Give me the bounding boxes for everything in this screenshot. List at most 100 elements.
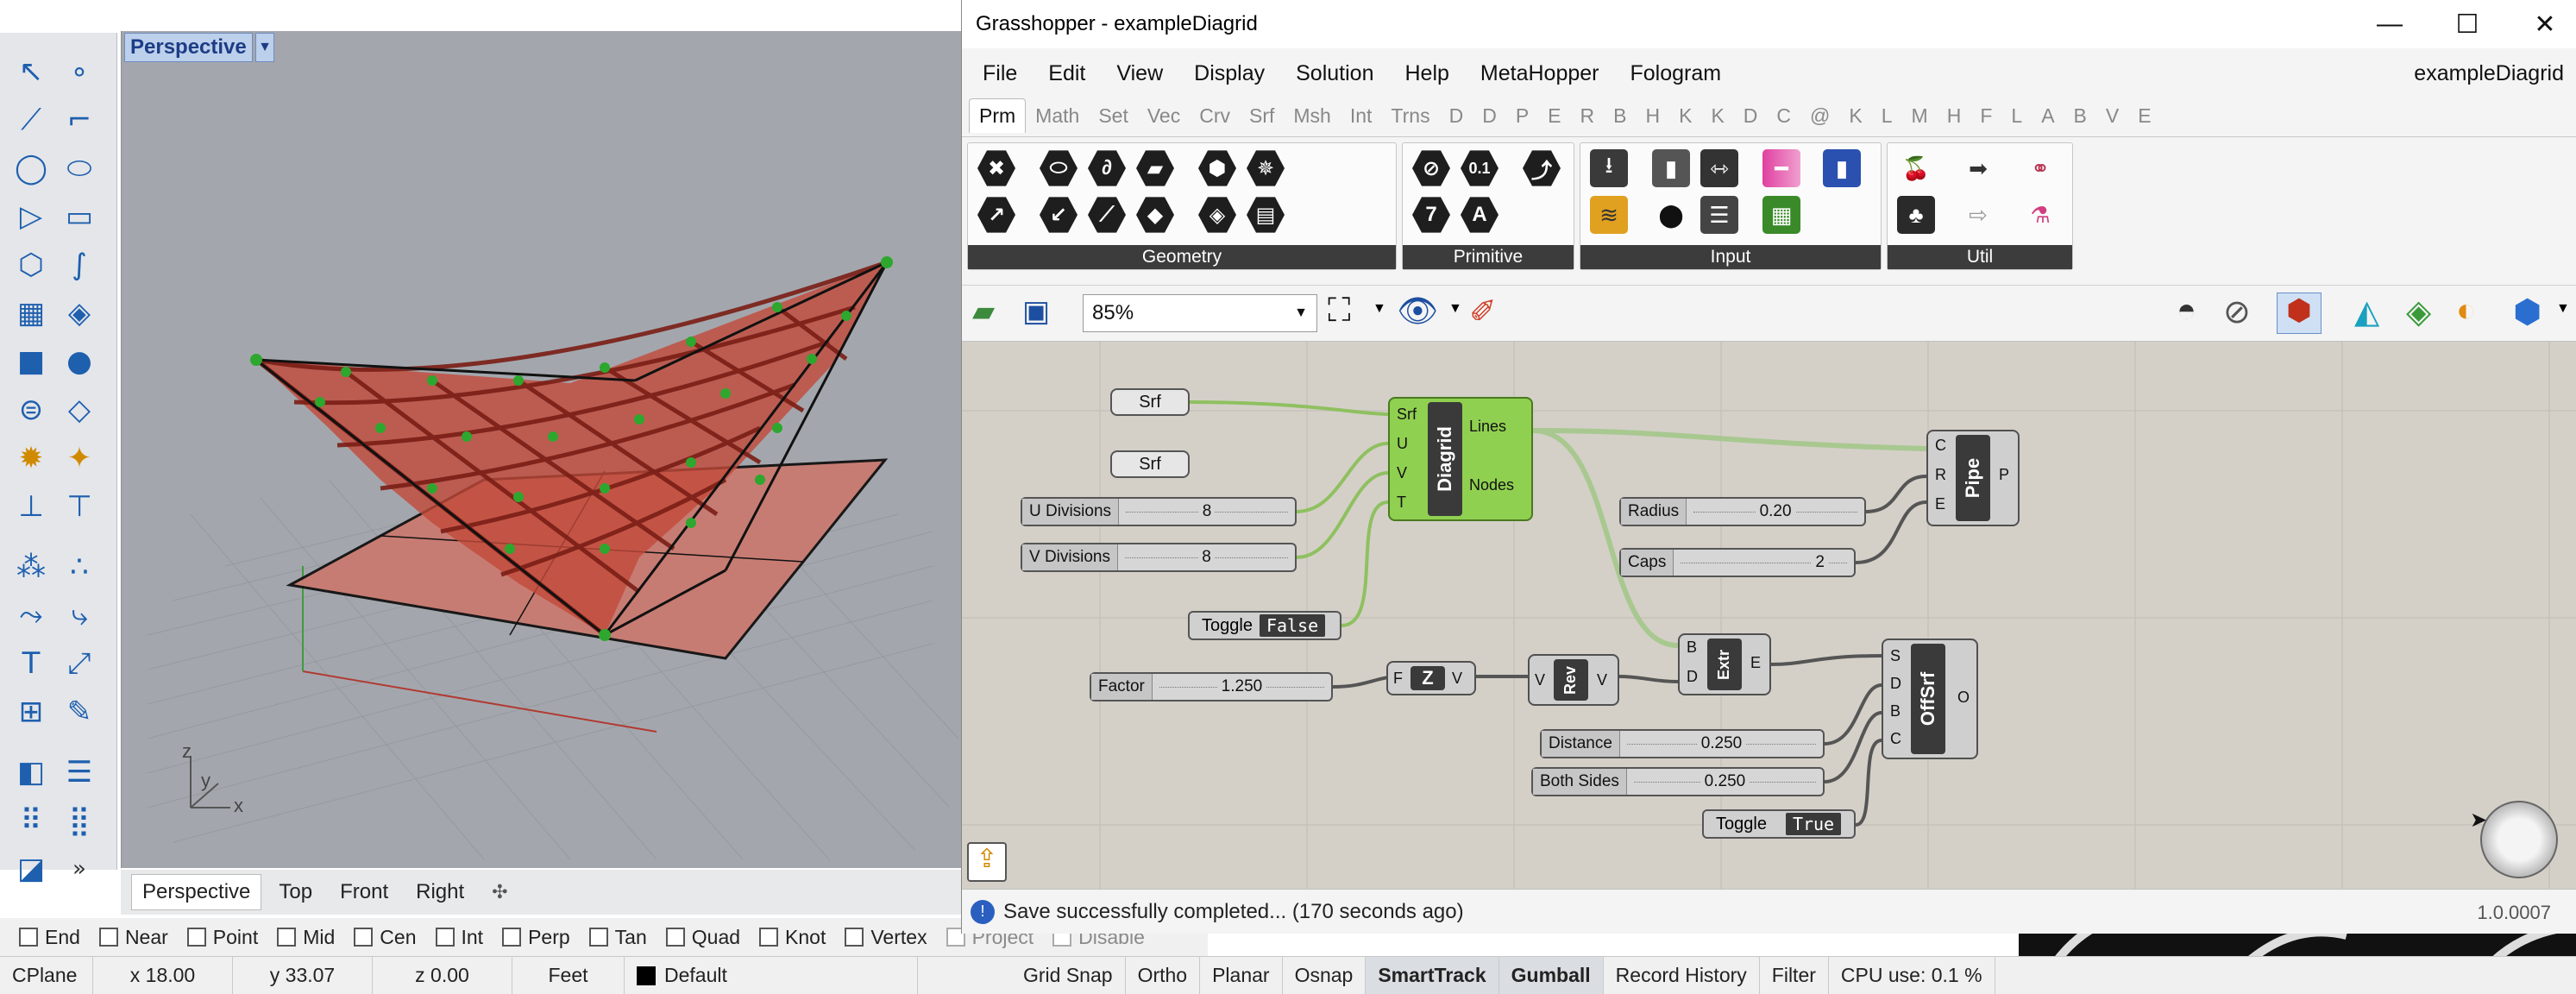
align-icon[interactable]: ⊤: [57, 485, 102, 528]
preview-wireframe-icon[interactable]: ◓: [2177, 293, 2196, 330]
checkbox-icon[interactable]: [435, 928, 455, 947]
reverse-component[interactable]: V Rev V: [1528, 654, 1619, 706]
osnap-vertex[interactable]: Vertex: [845, 926, 927, 949]
select-arrow-icon[interactable]: ↖: [9, 50, 53, 93]
gh-tab-2[interactable]: Set: [1089, 99, 1138, 133]
input-port-c[interactable]: C: [1890, 730, 1901, 748]
analyze-icon[interactable]: ☰: [57, 751, 102, 794]
mesh-quality-icon[interactable]: ◈: [2406, 293, 2431, 331]
flask-icon[interactable]: ⚗: [2019, 193, 2062, 236]
checkbox-icon[interactable]: [19, 928, 38, 947]
boolean-toggle-true[interactable]: Toggle True: [1702, 809, 1856, 839]
gh-tab-10[interactable]: D: [1473, 99, 1506, 133]
output-port-o[interactable]: O: [1957, 689, 1970, 707]
gh-tab-23[interactable]: M: [1902, 99, 1938, 133]
current-layer[interactable]: Default: [625, 957, 918, 994]
sweep-icon[interactable]: ⤳: [9, 594, 53, 637]
gh-tab-13[interactable]: R: [1571, 99, 1605, 133]
arc-param-icon[interactable]: ↙: [1037, 193, 1080, 236]
output-port-v[interactable]: V: [1452, 670, 1462, 688]
array-icon[interactable]: ⣿: [57, 799, 102, 842]
more-chevron-icon[interactable]: »: [57, 847, 102, 890]
cherry-icon[interactable]: 🍒: [1894, 147, 1938, 190]
polygon-icon[interactable]: ⬡: [9, 243, 53, 286]
loft-icon[interactable]: ◈: [57, 292, 102, 335]
chevron-down-icon[interactable]: ▼: [1448, 301, 1462, 317]
osnap-near[interactable]: Near: [98, 926, 168, 949]
data-input-icon[interactable]: ⭳: [1587, 147, 1630, 190]
osnap-quad[interactable]: Quad: [665, 926, 740, 949]
geometry-param-icon[interactable]: ✖: [975, 147, 1018, 190]
distance-slider[interactable]: Distance 0.250: [1540, 729, 1825, 758]
close-icon[interactable]: ✕: [2506, 0, 2576, 48]
viewport-title[interactable]: Perspective: [124, 33, 253, 62]
tree-icon[interactable]: ♣: [1894, 193, 1938, 236]
v-divisions-slider[interactable]: V Divisions 8: [1021, 543, 1297, 572]
field-param-icon[interactable]: ▤: [1244, 193, 1287, 236]
plane-param-icon[interactable]: ▰: [1134, 147, 1177, 190]
gh-canvas[interactable]: Srf Srf U Divisions 8 V Divisions 8 Togg…: [962, 342, 2576, 889]
menu-metahopper[interactable]: MetaHopper: [1480, 61, 1599, 86]
ellipse-icon[interactable]: ⬭: [57, 147, 102, 190]
galapagos-icon[interactable]: ⚭: [2019, 147, 2062, 190]
checkbox-icon[interactable]: [502, 928, 522, 947]
gh-tab-18[interactable]: D: [1734, 99, 1768, 133]
menu-edit[interactable]: Edit: [1048, 61, 1085, 86]
group-icon[interactable]: ⁂: [9, 545, 53, 588]
menu-solution[interactable]: Solution: [1296, 61, 1373, 86]
radius-slider[interactable]: Radius 0.20: [1619, 497, 1866, 526]
brep-param-icon[interactable]: ⬢: [1196, 147, 1239, 190]
viewport-tab-front[interactable]: Front: [330, 875, 399, 909]
input-port-s[interactable]: S: [1890, 647, 1901, 665]
extrude-component[interactable]: B D Extr E: [1678, 633, 1771, 695]
viewport-tab-perspective[interactable]: Perspective: [131, 874, 262, 910]
viewport-tab-right[interactable]: Right: [405, 875, 474, 909]
osnap-point[interactable]: Point: [186, 926, 258, 949]
arrow-outline-icon[interactable]: ⇨: [1957, 193, 2000, 236]
toggle-value[interactable]: False: [1259, 614, 1326, 637]
gh-tab-30[interactable]: E: [2128, 99, 2160, 133]
slider-track[interactable]: 8: [1118, 544, 1295, 570]
toggle-record-history[interactable]: Record History: [1604, 957, 1760, 994]
cluster-icon[interactable]: ∴: [57, 545, 102, 588]
gh-tab-26[interactable]: L: [2001, 99, 2032, 133]
point-param-icon[interactable]: ◆: [1134, 193, 1177, 236]
pipe-component[interactable]: C R E Pipe P: [1926, 430, 2020, 526]
osnap-int[interactable]: Int: [435, 926, 483, 949]
osnap-knot[interactable]: Knot: [759, 926, 826, 949]
menu-display[interactable]: Display: [1194, 61, 1265, 86]
u-divisions-slider[interactable]: U Divisions 8: [1021, 497, 1297, 526]
input-port-srf[interactable]: Srf: [1397, 406, 1417, 424]
circle-icon[interactable]: ◯: [9, 147, 53, 190]
srf-param-2[interactable]: Srf: [1110, 450, 1190, 478]
slider-track[interactable]: 0.20: [1687, 499, 1864, 525]
boolean-param-icon[interactable]: ⊘: [1410, 147, 1453, 190]
chevron-down-icon[interactable]: ▼: [1373, 301, 1386, 317]
boolean-toggle-icon[interactable]: ▮: [1820, 147, 1863, 190]
diagrid-component[interactable]: Srf U V T Diagrid Lines Nodes: [1388, 397, 1533, 521]
checkbox-icon[interactable]: [665, 928, 685, 947]
gh-tab-11[interactable]: P: [1506, 99, 1538, 133]
gh-tab-14[interactable]: B: [1604, 99, 1636, 133]
block-icon[interactable]: ⊞: [9, 690, 53, 733]
srf-param-1[interactable]: Srf: [1110, 388, 1190, 416]
checkbox-icon[interactable]: [186, 928, 206, 947]
value-list-icon[interactable]: ☰: [1698, 193, 1741, 236]
menu-fologram[interactable]: Fologram: [1630, 61, 1721, 86]
gh-tab-7[interactable]: Int: [1341, 99, 1382, 133]
both-sides-slider[interactable]: Both Sides 0.250: [1531, 767, 1825, 796]
point-icon[interactable]: ∘: [57, 50, 102, 93]
units-label[interactable]: Feet: [512, 957, 625, 994]
transform-icon[interactable]: ✦: [57, 437, 102, 480]
canvas-widget-icon[interactable]: ⇪: [967, 842, 1007, 882]
menu-help[interactable]: Help: [1404, 61, 1448, 86]
vector-param-icon[interactable]: ↗: [975, 193, 1018, 236]
text-param-icon[interactable]: A: [1458, 193, 1501, 236]
save-file-icon[interactable]: ▣: [1022, 294, 1060, 332]
toggle-input-icon[interactable]: ▮: [1649, 147, 1693, 190]
toggle-grid-snap[interactable]: Grid Snap: [1011, 957, 1126, 994]
unit-z-component[interactable]: F Z V: [1386, 661, 1476, 695]
osnap-end[interactable]: End: [19, 926, 80, 949]
output-port-p[interactable]: P: [1999, 466, 2009, 484]
line-param-icon[interactable]: ⟋: [1085, 193, 1128, 236]
